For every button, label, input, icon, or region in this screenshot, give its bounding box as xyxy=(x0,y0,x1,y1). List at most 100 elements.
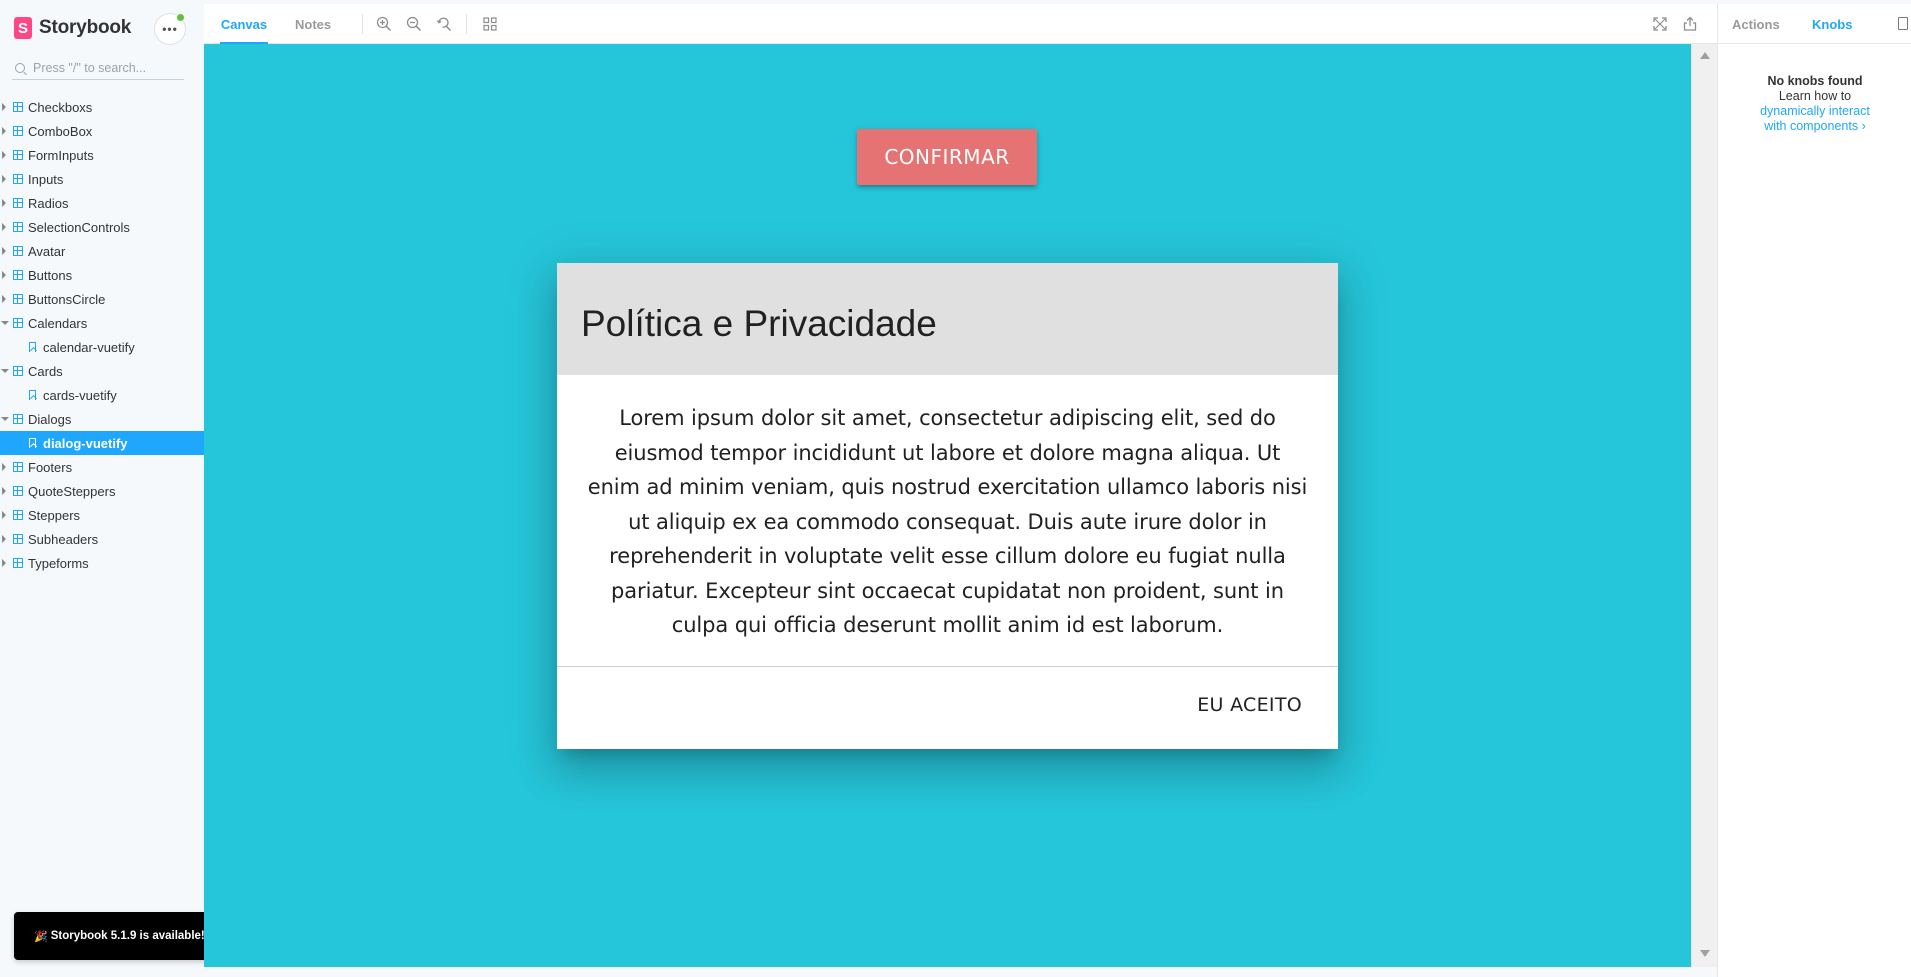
tree-item-forminputs[interactable]: FormInputs xyxy=(0,143,204,167)
preview-toolbar: Canvas Notes xyxy=(204,4,1717,45)
tree-item-avatar[interactable]: Avatar xyxy=(0,239,204,263)
tree-item-label: Steppers xyxy=(28,507,81,523)
component-icon xyxy=(13,222,23,232)
tree-item-checkboxs[interactable]: Checkboxs xyxy=(0,95,204,119)
component-icon xyxy=(13,558,23,568)
tree-item-label: Footers xyxy=(28,459,73,475)
chevron-right-icon: › xyxy=(1861,119,1866,133)
tree-item-label: Calendars xyxy=(28,315,88,331)
tree-item-label: ComboBox xyxy=(28,123,93,139)
tree-item-quotesteppers[interactable]: QuoteSteppers xyxy=(0,479,204,503)
tree-item-cards[interactable]: Cards xyxy=(0,359,204,383)
caret-right-icon xyxy=(2,487,6,495)
search-box[interactable] xyxy=(12,56,184,80)
dialog-body-text: Lorem ipsum dolor sit amet, consectetur … xyxy=(587,406,1308,637)
panel-orientation-icon[interactable] xyxy=(1898,17,1908,30)
fullscreen-icon[interactable] xyxy=(1652,16,1668,32)
grid-icon[interactable] xyxy=(482,16,498,32)
tree-item-footers[interactable]: Footers xyxy=(0,455,204,479)
knobs-docs-link-text[interactable]: dynamically interact with components xyxy=(1760,104,1870,133)
tree-item-inputs[interactable]: Inputs xyxy=(0,167,204,191)
search-input[interactable] xyxy=(33,60,183,75)
tree-item-subheaders[interactable]: Subheaders xyxy=(0,527,204,551)
story-tree: Checkboxs ComboBox FormInputs Inputs Rad… xyxy=(0,95,204,575)
caret-down-icon xyxy=(1,417,9,421)
caret-right-icon xyxy=(2,559,6,567)
tab-notes[interactable]: Notes xyxy=(295,4,331,44)
tree-item-dialogs[interactable]: Dialogs xyxy=(0,407,204,431)
caret-right-icon xyxy=(2,295,6,303)
tab-canvas[interactable]: Canvas xyxy=(220,4,268,45)
caret-down-icon xyxy=(1,321,9,325)
bookmark-icon xyxy=(29,342,36,352)
tree-item-steppers[interactable]: Steppers xyxy=(0,503,204,527)
story-item-label: calendar-vuetify xyxy=(43,339,135,355)
storybook-logo-icon: S xyxy=(14,17,32,39)
tree-item-calendars[interactable]: Calendars xyxy=(0,311,204,335)
component-icon xyxy=(13,294,23,304)
tree-item-buttonscircle[interactable]: ButtonsCircle xyxy=(0,287,204,311)
component-icon xyxy=(13,126,23,136)
canvas-scrollbar[interactable] xyxy=(1691,44,1717,967)
tree-item-label: QuoteSteppers xyxy=(28,483,116,499)
confirm-button[interactable]: CONFIRMAR xyxy=(857,129,1037,185)
component-icon xyxy=(13,510,23,520)
brand[interactable]: S Storybook xyxy=(14,16,131,40)
dialog-title: Política e Privacidade xyxy=(581,303,937,344)
component-icon xyxy=(13,102,23,112)
update-indicator-dot xyxy=(176,13,185,22)
caret-right-icon xyxy=(2,535,6,543)
update-notification[interactable]: 🎉 Storybook 5.1.9 is available! xyxy=(14,912,230,960)
story-item-calendar-vuetify[interactable]: calendar-vuetify xyxy=(0,335,204,359)
tab-actions[interactable]: Actions xyxy=(1732,4,1780,44)
component-icon xyxy=(13,174,23,184)
tree-item-typeforms[interactable]: Typeforms xyxy=(0,551,204,575)
story-item-label: cards-vuetify xyxy=(43,387,117,403)
zoom-in-icon[interactable] xyxy=(376,16,392,32)
tree-item-radios[interactable]: Radios xyxy=(0,191,204,215)
component-icon xyxy=(13,366,23,376)
tree-item-label: Checkboxs xyxy=(28,99,93,115)
caret-right-icon xyxy=(2,103,6,111)
tree-item-label: Cards xyxy=(28,363,63,379)
component-icon xyxy=(13,246,23,256)
tree-item-label: FormInputs xyxy=(28,147,94,163)
component-icon xyxy=(13,150,23,160)
scroll-down-arrow-icon[interactable] xyxy=(1700,950,1710,957)
storybook-app: S Storybook ••• Checkboxs ComboBox FormI… xyxy=(0,0,1911,977)
tree-item-combobox[interactable]: ComboBox xyxy=(0,119,204,143)
component-icon xyxy=(13,486,23,496)
component-icon xyxy=(13,462,23,472)
component-icon xyxy=(13,318,23,328)
caret-right-icon xyxy=(2,271,6,279)
tree-item-label: Subheaders xyxy=(28,531,99,547)
accept-button[interactable]: EU ACEITO xyxy=(1197,687,1302,723)
update-notification-text: Storybook 5.1.9 is available! xyxy=(50,930,205,942)
tree-item-label: Dialogs xyxy=(28,411,72,427)
component-icon xyxy=(13,534,23,544)
knobs-docs-link[interactable]: dynamically interact with components › xyxy=(1750,104,1880,134)
story-item-cards-vuetify[interactable]: cards-vuetify xyxy=(0,383,204,407)
caret-down-icon xyxy=(1,369,9,373)
caret-right-icon xyxy=(2,247,6,255)
caret-right-icon xyxy=(2,199,6,207)
tree-item-buttons[interactable]: Buttons xyxy=(0,263,204,287)
toolbar-divider xyxy=(362,14,363,34)
story-canvas: CONFIRMAR Política e Privacidade Lorem i… xyxy=(204,44,1691,967)
share-icon[interactable] xyxy=(1682,16,1698,32)
zoom-reset-icon[interactable] xyxy=(436,16,452,32)
party-popper-icon: 🎉 xyxy=(34,930,48,943)
component-icon xyxy=(13,414,23,424)
zoom-out-icon[interactable] xyxy=(406,16,422,32)
addons-panel: Actions Knobs No knobs found Learn how t… xyxy=(1717,4,1911,977)
caret-right-icon xyxy=(2,463,6,471)
tree-item-label: Inputs xyxy=(28,171,64,187)
tab-knobs[interactable]: Knobs xyxy=(1812,4,1852,44)
story-item-dialog-vuetify[interactable]: dialog-vuetify xyxy=(0,431,204,455)
tree-item-label: Typeforms xyxy=(28,555,89,571)
caret-right-icon xyxy=(2,127,6,135)
knobs-empty-title: No knobs found xyxy=(1767,74,1863,88)
privacy-dialog: Política e Privacidade Lorem ipsum dolor… xyxy=(557,263,1338,749)
scroll-up-arrow-icon[interactable] xyxy=(1700,52,1710,59)
tree-item-selectioncontrols[interactable]: SelectionControls xyxy=(0,215,204,239)
